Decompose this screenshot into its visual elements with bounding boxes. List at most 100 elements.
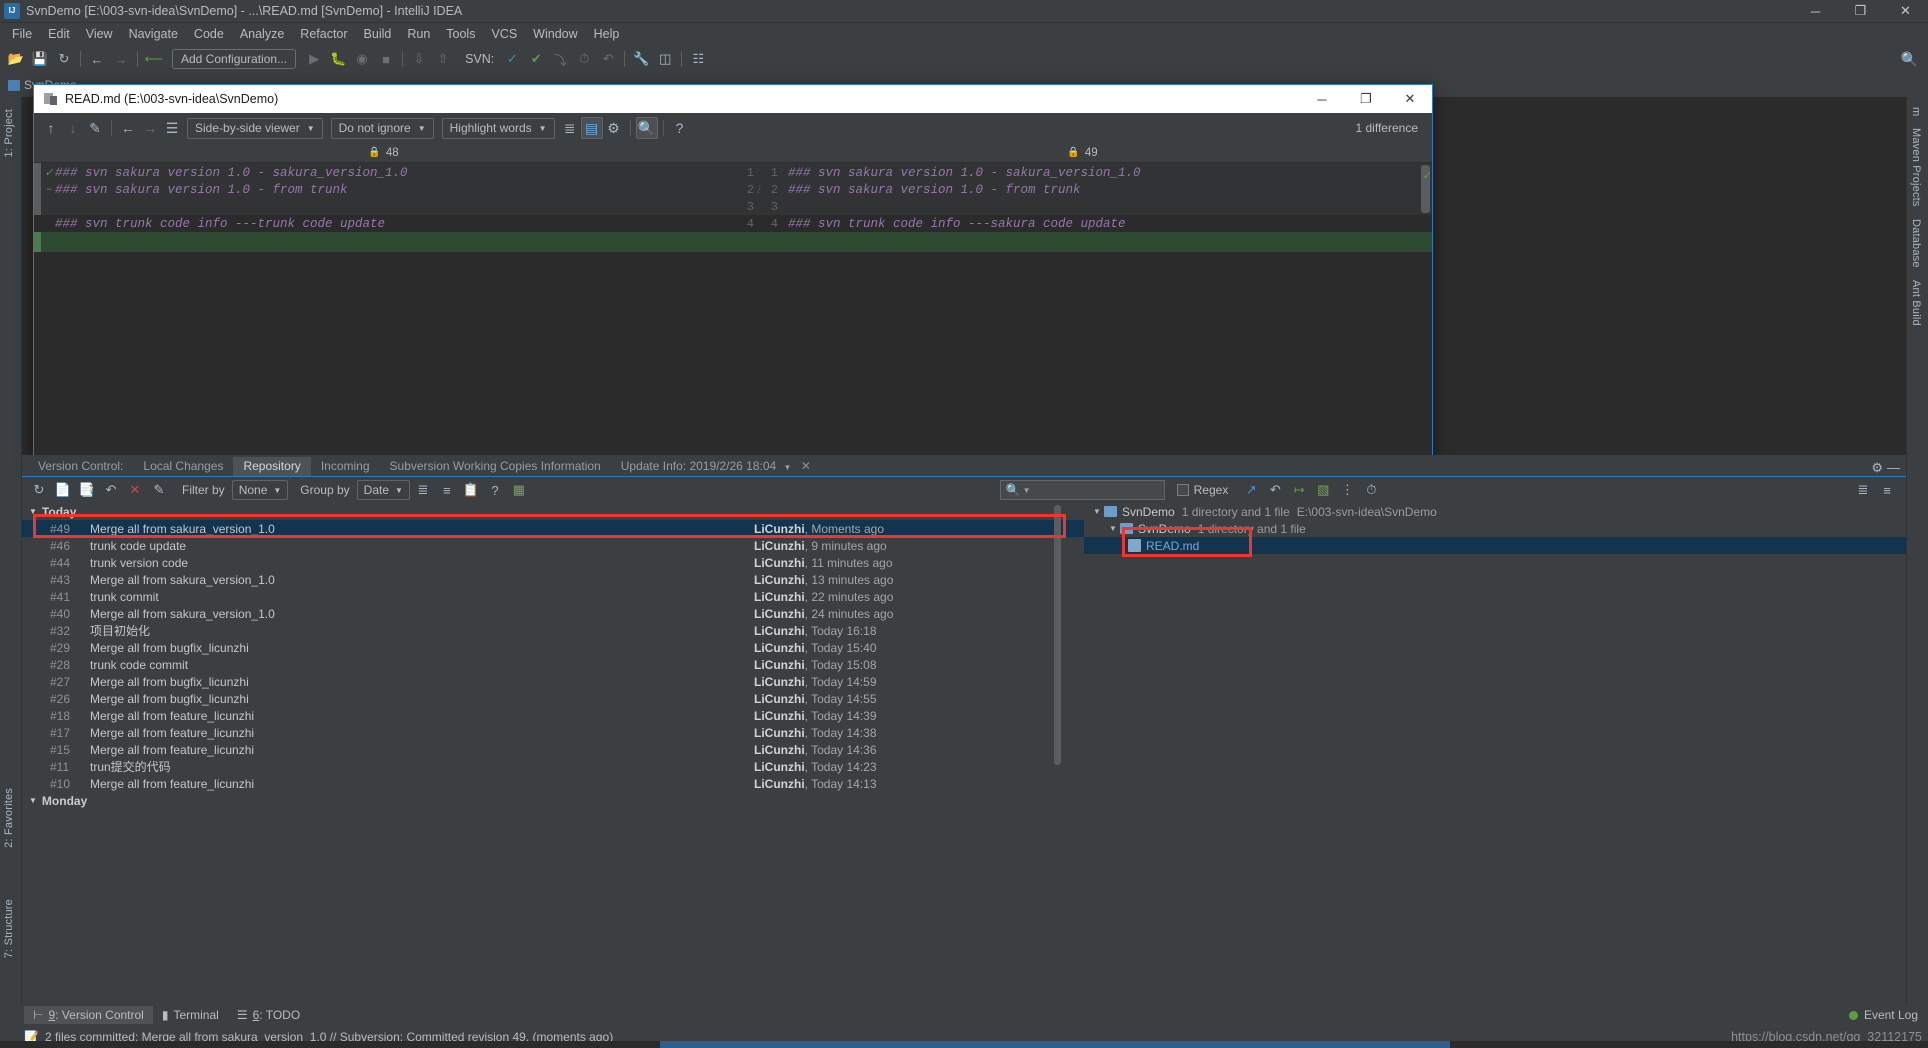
project-structure-icon[interactable]: ◫ <box>653 48 677 70</box>
open-project-icon[interactable]: 📂 <box>4 48 28 70</box>
tool-button-maven-projects[interactable]: Maven Projects <box>1907 122 1925 213</box>
intellisort-icon[interactable]: ⋮ <box>1336 479 1358 501</box>
delete-icon[interactable]: ✕ <box>124 479 146 501</box>
viewer-mode-dropdown[interactable]: Side-by-side viewer ▼ <box>187 117 323 139</box>
tool-button-m[interactable]: m <box>1907 101 1925 122</box>
bottom-tab-todo[interactable]: ☰ 6: TODO <box>228 1006 309 1024</box>
tree-row-root[interactable]: ▼ SvnDemo 1 directory and 1 file E:\003-… <box>1084 503 1906 520</box>
tab-subversion-working-copies[interactable]: Subversion Working Copies Information <box>380 457 611 476</box>
table-row[interactable]: #11 trun提交的代码 LiCunzhi, Today 14:23 <box>22 758 1084 775</box>
table-row[interactable]: #43 Merge all from sakura_version_1.0 Li… <box>22 571 1084 588</box>
svn-revert-icon[interactable]: ↶ <box>596 48 620 70</box>
tool-button-favorites[interactable]: 2: Favorites <box>0 782 18 854</box>
layout-icon[interactable]: ☷ <box>686 48 710 70</box>
debug-icon[interactable]: 🐛 <box>326 48 350 70</box>
table-row[interactable]: #29 Merge all from bugfix_licunzhi LiCun… <box>22 639 1084 656</box>
collapse-all-icon[interactable]: ≡ <box>436 479 458 501</box>
bottom-tab-version-control[interactable]: ⊢ 9: Version Control <box>24 1006 153 1024</box>
commit-icon[interactable]: ⇧ <box>431 48 455 70</box>
highlight-mode-dropdown[interactable]: Highlight words ▼ <box>441 117 555 139</box>
changed-files-tree[interactable]: ▼ SvnDemo 1 directory and 1 file E:\003-… <box>1084 503 1906 1004</box>
menu-item-analyze[interactable]: Analyze <box>232 25 292 43</box>
gear-icon[interactable]: ⚙ <box>1871 460 1883 476</box>
refresh-log-icon[interactable]: ↶ <box>1264 479 1286 501</box>
regex-toggle[interactable]: Regex <box>1176 483 1228 497</box>
table-row[interactable]: #26 Merge all from bugfix_licunzhi LiCun… <box>22 690 1084 707</box>
table-row[interactable]: #10 Merge all from feature_licunzhi LiCu… <box>22 775 1084 792</box>
menu-item-window[interactable]: Window <box>525 25 585 43</box>
previous-revision-icon[interactable]: ← <box>117 117 139 139</box>
close-icon[interactable]: ✕ <box>801 459 811 473</box>
search-in-diff-icon[interactable]: 🔍 <box>635 117 658 139</box>
diff-left-pane[interactable]: ✓ ### svn sakura version 1.0 - sakura_ve… <box>34 163 724 462</box>
log-scrollbar[interactable] <box>1053 503 1062 1004</box>
hide-window-icon[interactable]: — <box>1887 460 1900 476</box>
close-button[interactable]: ✕ <box>1883 0 1928 22</box>
menu-item-navigate[interactable]: Navigate <box>121 25 186 43</box>
show-long-edges-icon[interactable]: ▧ <box>1312 479 1334 501</box>
collapse-tree-icon[interactable]: ≡ <box>1876 479 1898 501</box>
help-icon[interactable]: ? <box>669 117 691 139</box>
menu-item-tools[interactable]: Tools <box>438 25 483 43</box>
commit-log-list[interactable]: ▼ Today #49 Merge all from sakura_versio… <box>22 503 1084 1004</box>
tool-button-database[interactable]: Database <box>1907 213 1925 274</box>
diff-close-button[interactable]: ✕ <box>1388 85 1432 113</box>
diff-maximize-button[interactable]: ❐ <box>1344 85 1388 113</box>
maximize-button[interactable]: ❐ <box>1838 0 1883 22</box>
run-with-coverage-icon[interactable]: ◉ <box>350 48 374 70</box>
toggle-split-view-icon[interactable]: ▤ <box>580 117 603 139</box>
back-icon[interactable]: ← <box>85 48 109 70</box>
menu-item-refactor[interactable]: Refactor <box>292 25 355 43</box>
tab-repository[interactable]: Repository <box>233 457 311 476</box>
menu-item-edit[interactable]: Edit <box>40 25 78 43</box>
tab-incoming[interactable]: Incoming <box>311 457 380 476</box>
tool-button-structure[interactable]: 7: Structure <box>0 893 18 964</box>
last-edit-location-icon[interactable]: ⟵ <box>142 48 166 70</box>
filter-by-dropdown[interactable]: None ▼ <box>231 480 289 500</box>
minimize-button[interactable]: ─ <box>1793 0 1838 22</box>
event-log-button[interactable]: Event Log <box>1864 1008 1918 1022</box>
revert-icon[interactable]: ↶ <box>100 479 122 501</box>
tree-row-child[interactable]: ▼ SvnDemo 1 directory and 1 file <box>1084 520 1906 537</box>
menu-item-run[interactable]: Run <box>399 25 438 43</box>
table-row[interactable]: #49 Merge all from sakura_version_1.0 Li… <box>22 520 1084 537</box>
previous-difference-icon[interactable]: ↑ <box>40 117 62 139</box>
search-input[interactable]: 🔍 ▼ <box>999 480 1165 500</box>
diff-right-pane[interactable]: ### svn sakura version 1.0 - sakura_vers… <box>782 163 1432 462</box>
group-by-dropdown[interactable]: Date ▼ <box>356 480 410 500</box>
expand-tree-icon[interactable]: ≣ <box>1852 479 1874 501</box>
svn-update-icon[interactable]: ✓ <box>500 48 524 70</box>
table-row[interactable]: #15 Merge all from feature_licunzhi LiCu… <box>22 741 1084 758</box>
help-icon[interactable]: ? <box>484 479 506 501</box>
edit-icon[interactable]: ✎ <box>148 479 170 501</box>
annotate-icon[interactable]: ▦ <box>508 479 530 501</box>
refresh-icon[interactable]: ↻ <box>28 479 50 501</box>
menu-item-help[interactable]: Help <box>586 25 628 43</box>
log-scrollbar-thumb[interactable] <box>1054 505 1061 765</box>
expand-all-icon[interactable]: ≣ <box>412 479 434 501</box>
log-group-header[interactable]: ▼ Monday <box>22 792 1084 809</box>
show-details-icon[interactable]: 📄 <box>52 479 74 501</box>
diff-minimize-button[interactable]: ─ <box>1300 85 1344 113</box>
forward-icon[interactable]: → <box>109 48 133 70</box>
chevron-down-icon[interactable]: ▼ <box>1090 507 1104 516</box>
sync-icon[interactable]: ↻ <box>52 48 76 70</box>
ignore-mode-dropdown[interactable]: Do not ignore ▼ <box>330 117 434 139</box>
next-difference-icon[interactable]: ↓ <box>62 117 84 139</box>
collapse-unchanged-icon[interactable]: ≣ <box>559 117 581 139</box>
svn-commit-icon[interactable]: ✔ <box>524 48 548 70</box>
regex-checkbox[interactable] <box>1176 484 1189 496</box>
svn-history-icon[interactable]: ⏱ <box>572 48 596 70</box>
show-diff-icon[interactable]: 📑 <box>76 479 98 501</box>
svn-merge-icon[interactable]: ⤵ <box>548 48 572 70</box>
bottom-tab-terminal[interactable]: ▮ Terminal <box>153 1006 228 1024</box>
tool-button-project[interactable]: 1: Project <box>0 103 18 163</box>
settings-wrench-icon[interactable]: 🔧 <box>629 48 653 70</box>
table-row[interactable]: #32 项目初始化 LiCunzhi, Today 16:18 <box>22 622 1084 639</box>
run-icon[interactable]: ▶ <box>302 48 326 70</box>
table-row[interactable]: #27 Merge all from bugfix_licunzhi LiCun… <box>22 673 1084 690</box>
accept-change-icon[interactable]: ✓ <box>43 166 55 180</box>
menu-hamburger-icon[interactable]: ☰ <box>161 117 183 139</box>
gear-icon[interactable]: ⚙ <box>603 117 625 139</box>
history-clock-icon[interactable]: ⏱ <box>1360 479 1382 501</box>
